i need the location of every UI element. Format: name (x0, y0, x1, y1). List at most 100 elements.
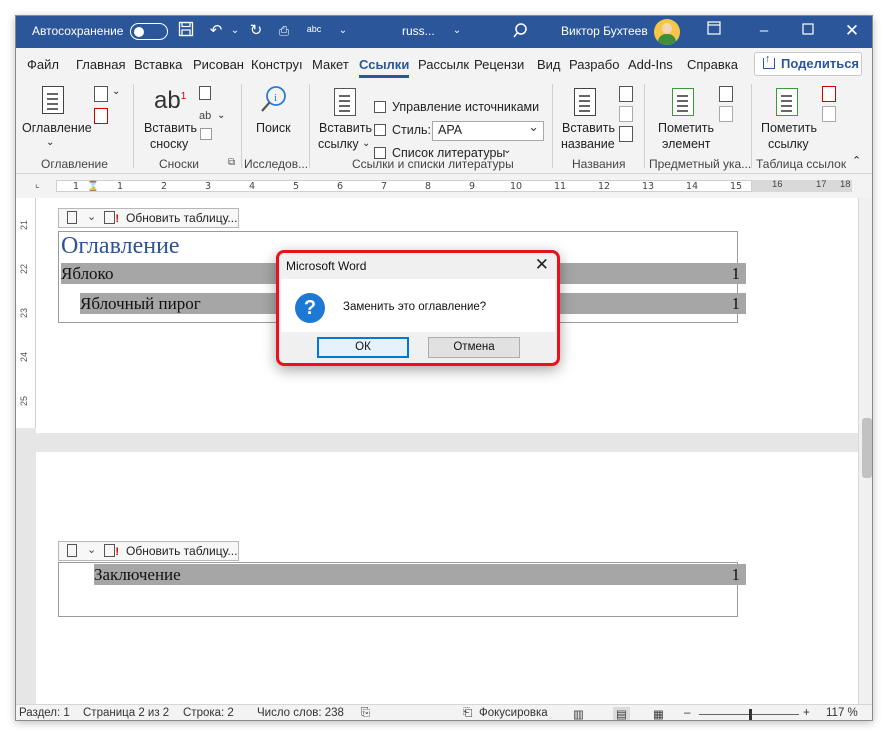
document-name[interactable]: russ... (402, 24, 435, 38)
update-table-button[interactable]: Обновить таблицу... (126, 209, 237, 227)
tab-addins[interactable]: Add-Ins (628, 57, 673, 72)
spelling-icon[interactable]: abc (304, 19, 324, 39)
add-text-dropdown-icon[interactable]: ⌄ (112, 84, 120, 100)
insert-footnote-label-1[interactable]: Вставить (144, 120, 197, 136)
toc-entry[interactable]: Заключение 1 (94, 564, 746, 585)
cancel-button[interactable]: Отмена (428, 337, 520, 358)
undo-icon[interactable]: ↶ (206, 21, 226, 41)
vertical-scrollbar[interactable] (858, 198, 872, 706)
mark-citation-label-2[interactable]: ссылку (768, 136, 809, 152)
toc-button[interactable]: Оглавление (22, 120, 92, 136)
scrollbar-thumb[interactable] (862, 418, 872, 478)
word-count[interactable]: Число слов: 238 (257, 707, 344, 719)
read-mode-icon[interactable]: ▥ (573, 707, 584, 720)
toc-content-control-toolbar[interactable]: ⌄ Обновить таблицу... (58, 541, 239, 561)
update-table-icon[interactable] (94, 108, 108, 124)
proofing-icon[interactable]: ⎘ (361, 707, 370, 720)
search-button[interactable]: Поиск (256, 120, 291, 136)
toc-entry-page: 1 (731, 264, 741, 283)
insert-citation-label-1[interactable]: Вставить (319, 120, 372, 136)
mark-citation-label-1[interactable]: Пометить (761, 120, 817, 136)
minimize-icon[interactable]: – (754, 21, 774, 41)
bibliography-dropdown-icon[interactable]: ⌄ (503, 145, 511, 156)
insert-table-of-figures-icon[interactable] (619, 86, 633, 102)
insert-index-icon[interactable] (719, 86, 733, 102)
toc-menu-icon[interactable] (67, 211, 77, 224)
tab-home[interactable]: Главная (76, 57, 125, 72)
focus-icon[interactable]: ⎗ (463, 707, 472, 720)
tab-references[interactable]: Ссылки (359, 57, 410, 78)
next-footnote-dropdown-icon[interactable]: ⌄ (217, 108, 225, 124)
web-layout-icon[interactable]: ▦ (653, 707, 664, 720)
tab-file[interactable]: Файл (27, 57, 59, 72)
indent-marker-icon[interactable]: ⌛ (87, 181, 99, 192)
chevron-down-icon[interactable]: ⌄ (87, 208, 96, 226)
tab-mailings[interactable]: Рассылк (418, 57, 469, 72)
doc-name-dropdown-icon[interactable]: ⌄ (447, 21, 467, 41)
collapse-ribbon-icon[interactable]: ⌃ (852, 153, 861, 169)
maximize-icon[interactable] (798, 21, 818, 41)
search-icon[interactable] (513, 22, 531, 40)
page-indicator[interactable]: Страница 2 из 2 (83, 707, 169, 719)
chevron-down-icon[interactable]: ⌄ (87, 541, 96, 559)
zoom-slider-thumb[interactable] (749, 709, 752, 720)
tab-developer[interactable]: Разрабо (569, 57, 619, 72)
vertical-ruler[interactable]: 21 22 23 24 25 (16, 198, 36, 428)
zoom-out-button[interactable]: – (684, 707, 690, 719)
mark-entry-label-1[interactable]: Пометить (658, 120, 714, 136)
page-2[interactable]: ⌄ Обновить таблицу... Заключение 1 (36, 452, 858, 706)
update-table-icon[interactable] (104, 210, 119, 228)
autosave-toggle[interactable] (130, 23, 168, 40)
redo-icon[interactable]: ↻ (246, 21, 266, 41)
user-name[interactable]: Виктор Бухтеев (561, 24, 648, 38)
tab-help[interactable]: Справка (687, 57, 738, 72)
update-index-icon[interactable] (719, 106, 733, 122)
tab-review[interactable]: Рецензи (474, 57, 524, 72)
toc-menu-icon[interactable] (67, 544, 77, 557)
insert-table-of-authorities-icon[interactable] (822, 86, 836, 102)
zoom-level[interactable]: 117 % (826, 707, 858, 719)
avatar[interactable] (654, 19, 680, 45)
insert-endnote-icon[interactable] (199, 86, 211, 100)
insert-caption-label-2[interactable]: название (561, 136, 615, 152)
save-icon[interactable] (176, 21, 196, 41)
cross-reference-icon[interactable] (619, 126, 633, 142)
update-table-icon[interactable] (104, 543, 119, 561)
close-icon[interactable]: ✕ (535, 255, 549, 275)
show-notes-icon[interactable] (200, 128, 212, 140)
section-indicator[interactable]: Раздел: 1 (19, 707, 70, 719)
horizontal-ruler[interactable]: ⌞ 1 ⌛ 1 2 3 4 5 6 7 8 9 10 11 12 13 14 1… (16, 176, 872, 196)
insert-footnote-label-2[interactable]: сноску (150, 136, 188, 152)
style-select[interactable]: APA (432, 119, 544, 141)
tab-layout[interactable]: Макет (312, 57, 349, 72)
print-layout-icon[interactable]: ▤ (613, 707, 630, 720)
insert-caption-label-1[interactable]: Вставить (562, 120, 615, 136)
update-table-of-figures-icon[interactable] (619, 106, 633, 122)
close-icon[interactable]: ✕ (842, 21, 862, 41)
tab-selector-icon[interactable]: ⌞ (35, 179, 40, 190)
focus-button[interactable]: Фокусировка (479, 707, 548, 719)
footnotes-launcher-icon[interactable]: ⧉ (228, 155, 235, 171)
add-text-icon[interactable] (94, 86, 108, 102)
update-table-button[interactable]: Обновить таблицу... (126, 542, 237, 560)
print-icon[interactable]: ⎙ (274, 21, 294, 41)
line-indicator[interactable]: Строка: 2 (183, 707, 234, 719)
insert-citation-label-2[interactable]: ссылку (318, 136, 359, 152)
zoom-in-button[interactable]: + (803, 707, 810, 719)
tab-draw[interactable]: Рисован (193, 57, 244, 72)
customize-qat-icon[interactable]: ⌄ (333, 21, 353, 41)
mark-entry-label-2[interactable]: элемент (662, 136, 711, 152)
ribbon-display-icon[interactable] (704, 21, 724, 41)
insert-citation-dropdown-icon[interactable]: ⌄ (362, 136, 370, 152)
undo-dropdown-icon[interactable]: ⌄ (225, 21, 245, 41)
update-table-of-authorities-icon[interactable] (822, 106, 836, 122)
manage-sources-button[interactable]: Управление источниками (392, 100, 539, 114)
tab-insert[interactable]: Вставка (134, 57, 182, 72)
next-footnote-icon[interactable]: ab (199, 108, 211, 124)
share-button[interactable]: Поделиться (754, 48, 862, 76)
toc-dropdown-icon[interactable]: ⌄ (46, 135, 54, 151)
tab-design[interactable]: Конструı (251, 57, 303, 72)
toc-content-control-toolbar[interactable]: ⌄ Обновить таблицу... (58, 208, 239, 228)
ok-button[interactable]: ОК (317, 337, 409, 358)
tab-view[interactable]: Вид (537, 57, 561, 72)
